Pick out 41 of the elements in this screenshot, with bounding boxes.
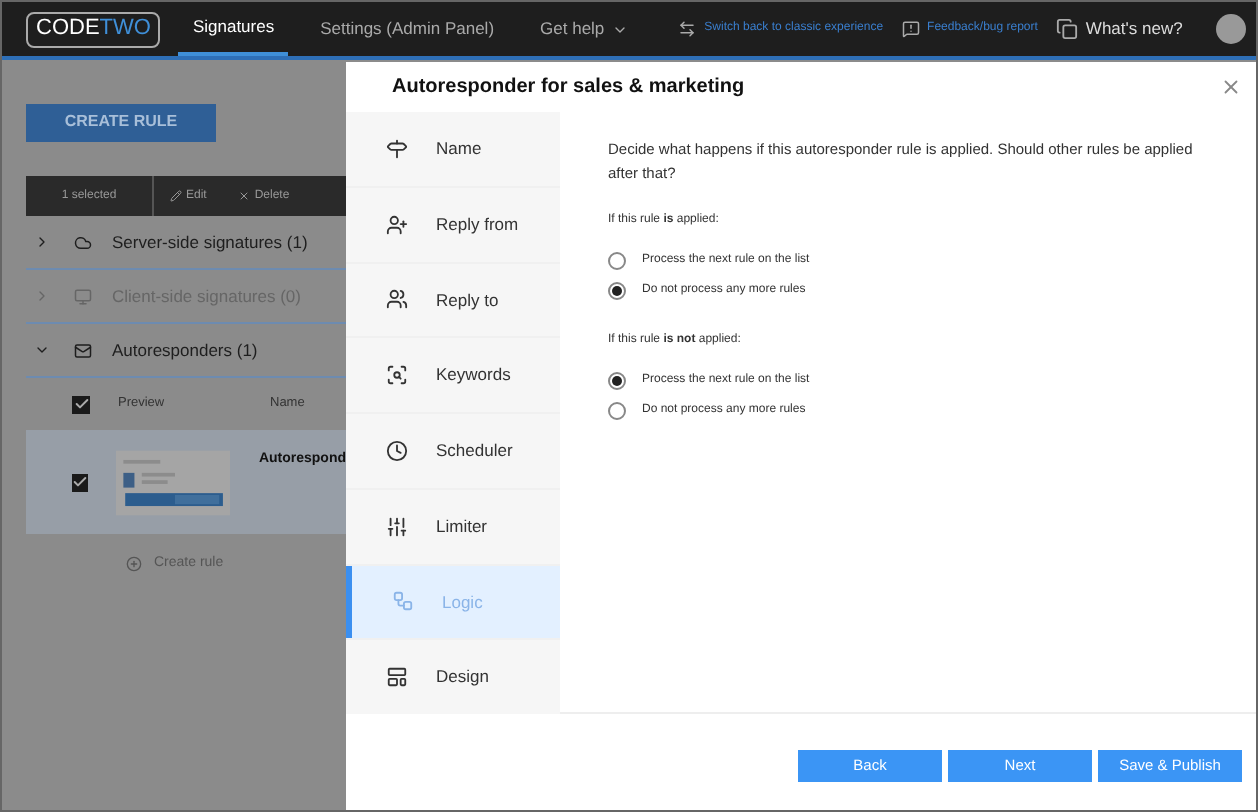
avatar-icon[interactable] xyxy=(1216,14,1247,44)
signpost-icon xyxy=(386,137,408,160)
radio-button[interactable] xyxy=(608,282,626,300)
close-icon[interactable] xyxy=(1220,76,1242,98)
radio-button[interactable] xyxy=(608,402,626,420)
pencil-icon xyxy=(170,190,182,202)
mail-icon xyxy=(74,341,92,359)
radio-button[interactable] xyxy=(608,252,626,270)
nav-tab[interactable]: Get help xyxy=(526,2,643,56)
user-plus-icon xyxy=(386,213,408,236)
swap-icon xyxy=(678,20,697,38)
users-icon xyxy=(386,288,408,311)
sliders-icon xyxy=(386,515,408,538)
checkbox[interactable] xyxy=(72,473,89,491)
nav-item[interactable]: Reply to xyxy=(346,263,560,337)
nav-item[interactable]: Keywords xyxy=(346,338,560,412)
flow-icon xyxy=(392,590,414,613)
layout-icon xyxy=(386,666,408,689)
chevron-icon xyxy=(34,234,50,250)
top-link[interactable]: What's new? xyxy=(1085,16,1183,42)
nav-tab[interactable]: Settings (Admin Panel) xyxy=(306,2,509,56)
logo[interactable]: CODETWO xyxy=(26,11,161,47)
clock-icon xyxy=(386,439,408,462)
nav-item[interactable]: Design xyxy=(346,640,560,714)
monitor-icon xyxy=(74,287,92,305)
chevron-icon xyxy=(34,342,50,358)
message-icon xyxy=(901,20,920,38)
radio-button[interactable] xyxy=(608,372,626,390)
cloud-icon xyxy=(74,233,92,251)
close-icon xyxy=(238,190,251,202)
add-icon xyxy=(126,556,142,573)
nav-tab[interactable]: Signatures xyxy=(178,2,289,56)
nav-item[interactable]: Reply from xyxy=(346,187,560,261)
nav-item[interactable]: Name xyxy=(346,112,560,186)
checkbox[interactable] xyxy=(72,395,90,413)
scan-icon xyxy=(386,364,408,387)
dialog-title: Autoresponder for sales & marketing xyxy=(392,74,747,102)
copy-icon xyxy=(1055,18,1078,40)
nav-item[interactable]: Scheduler xyxy=(346,414,560,488)
chevron-icon xyxy=(34,288,50,304)
nav-item[interactable]: Limiter xyxy=(346,489,560,563)
